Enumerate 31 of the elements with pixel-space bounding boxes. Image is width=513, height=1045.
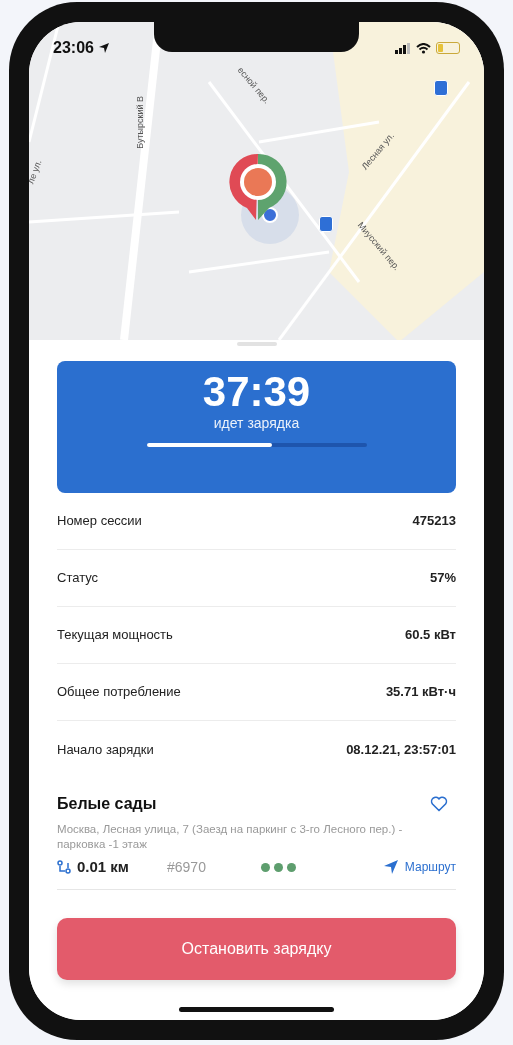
station-name: Белые сады xyxy=(57,794,157,814)
route-link[interactable]: Маршрут xyxy=(382,858,456,877)
navigation-arrow-icon xyxy=(382,859,399,876)
station-card[interactable]: Белые сады Москва, Лесная улица, 7 (Заезд на паркинг с 3-го Лесного пер.) - парковка -1 этаж 0.01 км #6970 Маршрут xyxy=(57,780,456,890)
row-label: Статус xyxy=(57,569,99,588)
signal-icon xyxy=(395,42,411,54)
parking-icon xyxy=(434,80,448,96)
station-address: Москва, Лесная улица, 7 (Заезд на паркинг с 3-го Лесного пер.) - парковка -1 этаж xyxy=(57,822,404,852)
row-value: 475213 xyxy=(412,512,456,531)
row-value: 57% xyxy=(429,569,456,588)
wifi-icon xyxy=(416,42,431,54)
row-value: 35.71 кВт·ч xyxy=(385,683,456,702)
row-value: 60.5 кВт xyxy=(405,626,456,645)
street-label: Бутырский В xyxy=(134,95,147,149)
row-value: 08.12.21, 23:57:01 xyxy=(346,740,456,759)
row-label: Текущая мощность xyxy=(57,626,173,645)
location-arrow-icon xyxy=(97,42,110,54)
parking-icon xyxy=(319,216,333,232)
distance-icon xyxy=(57,860,71,875)
row-label: Начало зарядки xyxy=(57,740,154,759)
heart-icon[interactable] xyxy=(430,796,448,812)
row-label: Номер сессии xyxy=(57,512,142,531)
status-time: 23:06 xyxy=(53,38,94,58)
row-label: Общее потребление xyxy=(57,683,181,702)
battery-icon xyxy=(436,42,460,54)
station-number: #6970 xyxy=(167,857,207,877)
charging-status: идет зарядка xyxy=(213,415,300,431)
timer: 37:39 xyxy=(202,369,311,415)
street-label: ле ул. xyxy=(29,158,45,187)
distance: 0.01 км xyxy=(77,857,130,877)
stop-charging-button[interactable]: Остановить зарядку xyxy=(57,917,456,980)
